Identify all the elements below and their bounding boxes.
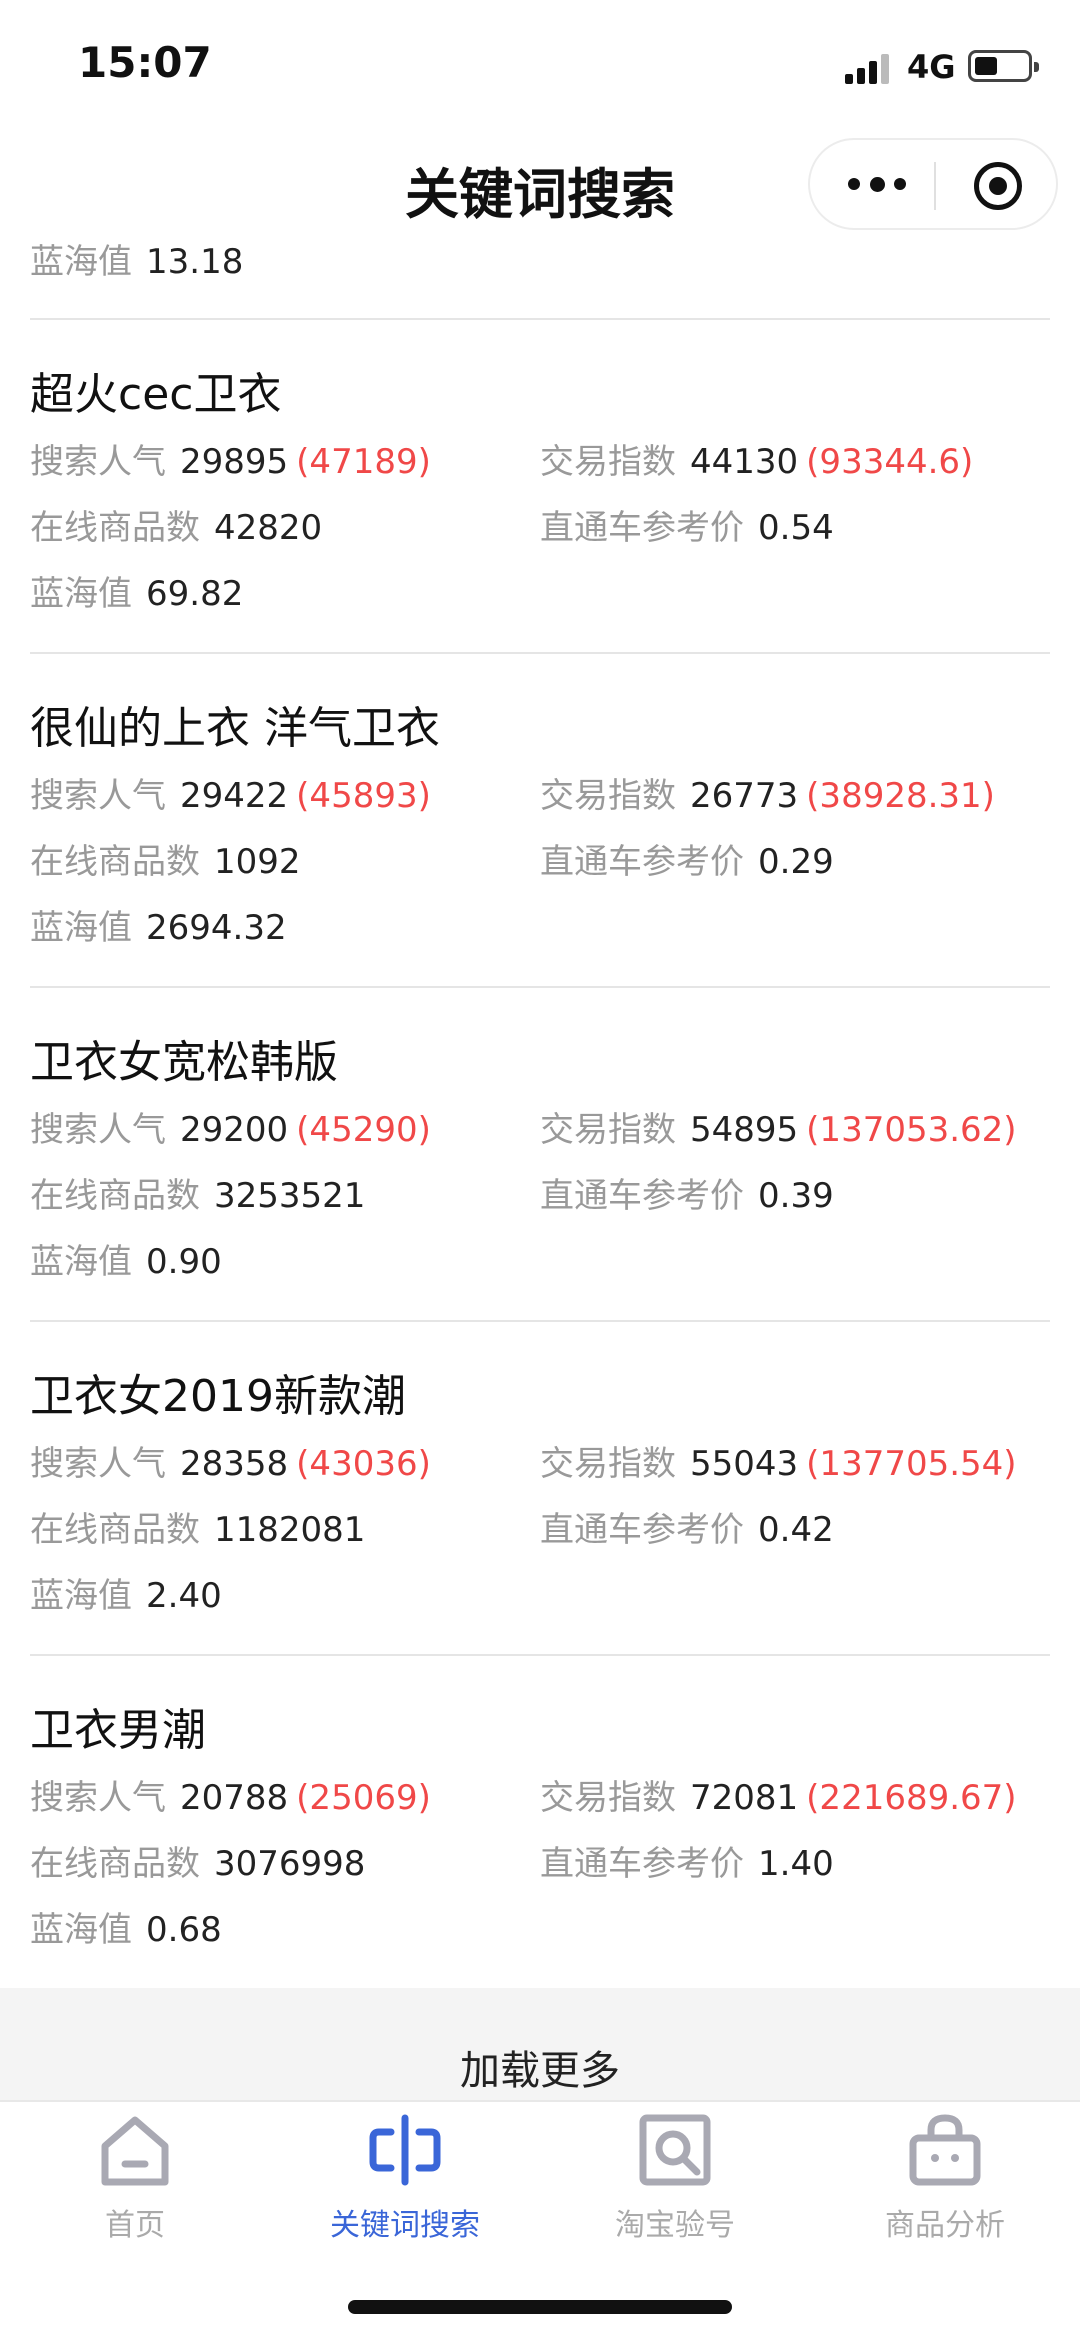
blue-sea-value: 69.82: [146, 574, 244, 614]
battery-icon: [968, 50, 1039, 82]
load-more-button[interactable]: 加载更多: [0, 1988, 1080, 2100]
keyword-search-icon: [369, 2114, 441, 2186]
trade-index-estimate: (93344.6): [806, 442, 974, 482]
keyword-title: 卫衣女2019新款潮: [30, 1371, 406, 1422]
ztc-price-value: 0.54: [758, 508, 834, 548]
tab-goods-analysis[interactable]: 商品分析: [810, 2102, 1080, 2252]
blue-sea-value: 2694.32: [146, 908, 287, 948]
search-pop-label: 搜索人气: [30, 442, 166, 482]
search-pop-value: 29422: [180, 776, 289, 816]
online-goods-value: 1092: [214, 842, 301, 882]
tab-home[interactable]: 首页: [0, 2102, 270, 2252]
keyword-card[interactable]: 卫衣男潮 搜索人气 20788 (25069) 交易指数 72081 (221689.6…: [30, 1656, 1050, 1990]
search-pop-label: 搜索人气: [30, 1110, 166, 1150]
trade-index-label: 交易指数: [540, 1444, 676, 1484]
more-icon[interactable]: [848, 177, 908, 192]
tab-label: 商品分析: [885, 2208, 1005, 2243]
network-type: 4G: [907, 48, 956, 86]
load-more-label: 加载更多: [460, 2048, 620, 2094]
blue-sea-label: 蓝海值: [30, 908, 132, 948]
ztc-price-value: 0.29: [758, 842, 834, 882]
trade-index-estimate: (221689.67): [806, 1778, 1017, 1818]
keyword-card[interactable]: 卫衣女2019新款潮 搜索人气 28358 (43036) 交易指数 55043 (13…: [30, 1322, 1050, 1656]
keyword-card[interactable]: 卫衣女宽松韩版 搜索人气 29200 (45290) 交易指数 54895 (13705…: [30, 988, 1050, 1322]
tab-account-check[interactable]: 淘宝验号: [540, 2102, 810, 2252]
search-pop-estimate: (45893): [296, 776, 431, 816]
ztc-price-label: 直通车参考价: [540, 1176, 744, 1216]
search-pop-value: 29200: [180, 1110, 289, 1150]
online-goods-value: 3076998: [214, 1844, 366, 1884]
tab-label: 关键词搜索: [330, 2208, 480, 2243]
blue-sea-value: 13.18: [146, 242, 244, 282]
ztc-price-label: 直通车参考价: [540, 1510, 744, 1550]
trade-index-label: 交易指数: [540, 1778, 676, 1818]
search-pop-value: 29895: [180, 442, 289, 482]
search-pop-estimate: (25069): [296, 1778, 431, 1818]
blue-sea-label: 蓝海值: [30, 1910, 132, 1950]
search-pop-label: 搜索人气: [30, 1444, 166, 1484]
tab-label: 首页: [105, 2208, 165, 2243]
trade-index-label: 交易指数: [540, 442, 676, 482]
ztc-price-label: 直通车参考价: [540, 1844, 744, 1884]
ztc-price-value: 1.40: [758, 1844, 834, 1884]
ztc-price-value: 0.42: [758, 1510, 834, 1550]
keyword-list[interactable]: 蓝海值 13.18 超火cec卫衣 搜索人气 29895 (47189) 交易指数 44…: [0, 240, 1080, 2100]
keyword-title: 卫衣男潮: [30, 1705, 206, 1756]
trade-index-value: 54895: [690, 1110, 799, 1150]
online-goods-label: 在线商品数: [30, 508, 200, 548]
keyword-title: 卫衣女宽松韩版: [30, 1037, 338, 1088]
close-target-icon[interactable]: [974, 162, 1022, 210]
tab-label: 淘宝验号: [615, 2208, 735, 2243]
ztc-price-value: 0.39: [758, 1176, 834, 1216]
trade-index-estimate: (137053.62): [806, 1110, 1017, 1150]
trade-index-label: 交易指数: [540, 776, 676, 816]
search-pop-estimate: (45290): [296, 1110, 431, 1150]
blue-sea-label: 蓝海值: [30, 1242, 132, 1282]
blue-sea-value: 0.68: [146, 1910, 222, 1950]
keyword-title: 很仙的上衣 洋气卫衣: [30, 703, 440, 754]
trade-index-value: 26773: [690, 776, 799, 816]
blue-sea-value: 0.90: [146, 1242, 222, 1282]
trade-index-value: 44130: [690, 442, 799, 482]
keyword-card[interactable]: 超火cec卫衣 搜索人气 29895 (47189) 交易指数 44130 (93344…: [30, 320, 1050, 654]
capsule-divider: [934, 162, 936, 210]
keyword-title: 超火cec卫衣: [30, 369, 282, 420]
trade-index-value: 72081: [690, 1778, 799, 1818]
ztc-price-label: 直通车参考价: [540, 508, 744, 548]
online-goods-value: 1182081: [214, 1510, 366, 1550]
blue-sea-label: 蓝海值: [30, 242, 132, 282]
home-indicator[interactable]: [348, 2300, 732, 2314]
trade-index-value: 55043: [690, 1444, 799, 1484]
trade-index-estimate: (137705.54): [806, 1444, 1017, 1484]
online-goods-label: 在线商品数: [30, 1510, 200, 1550]
shopping-bag-icon: [909, 2114, 981, 2186]
signal-icon: [845, 50, 893, 84]
account-check-icon: [639, 2114, 711, 2186]
search-pop-estimate: (43036): [296, 1444, 431, 1484]
status-time: 15:07: [78, 38, 212, 87]
list-item-partial: 蓝海值 13.18: [30, 240, 1050, 320]
trade-index-estimate: (38928.31): [806, 776, 995, 816]
online-goods-value: 42820: [214, 508, 323, 548]
search-pop-label: 搜索人气: [30, 776, 166, 816]
home-icon: [101, 2116, 169, 2186]
blue-sea-label: 蓝海值: [30, 1576, 132, 1616]
online-goods-value: 3253521: [214, 1176, 366, 1216]
online-goods-label: 在线商品数: [30, 1844, 200, 1884]
search-pop-estimate: (47189): [296, 442, 431, 482]
online-goods-label: 在线商品数: [30, 842, 200, 882]
blue-sea-label: 蓝海值: [30, 574, 132, 614]
search-pop-value: 20788: [180, 1778, 289, 1818]
trade-index-label: 交易指数: [540, 1110, 676, 1150]
blue-sea-value: 2.40: [146, 1576, 222, 1616]
tab-keyword-search[interactable]: 关键词搜索: [270, 2102, 540, 2252]
search-pop-label: 搜索人气: [30, 1778, 166, 1818]
status-bar: 15:07 4G: [0, 0, 1080, 130]
online-goods-label: 在线商品数: [30, 1176, 200, 1216]
nav-bar: 关键词搜索: [0, 130, 1080, 240]
search-pop-value: 28358: [180, 1444, 289, 1484]
keyword-card[interactable]: 很仙的上衣 洋气卫衣 搜索人气 29422 (45893) 交易指数 26773 (38…: [30, 654, 1050, 988]
ztc-price-label: 直通车参考价: [540, 842, 744, 882]
mini-program-capsule: [808, 138, 1058, 230]
